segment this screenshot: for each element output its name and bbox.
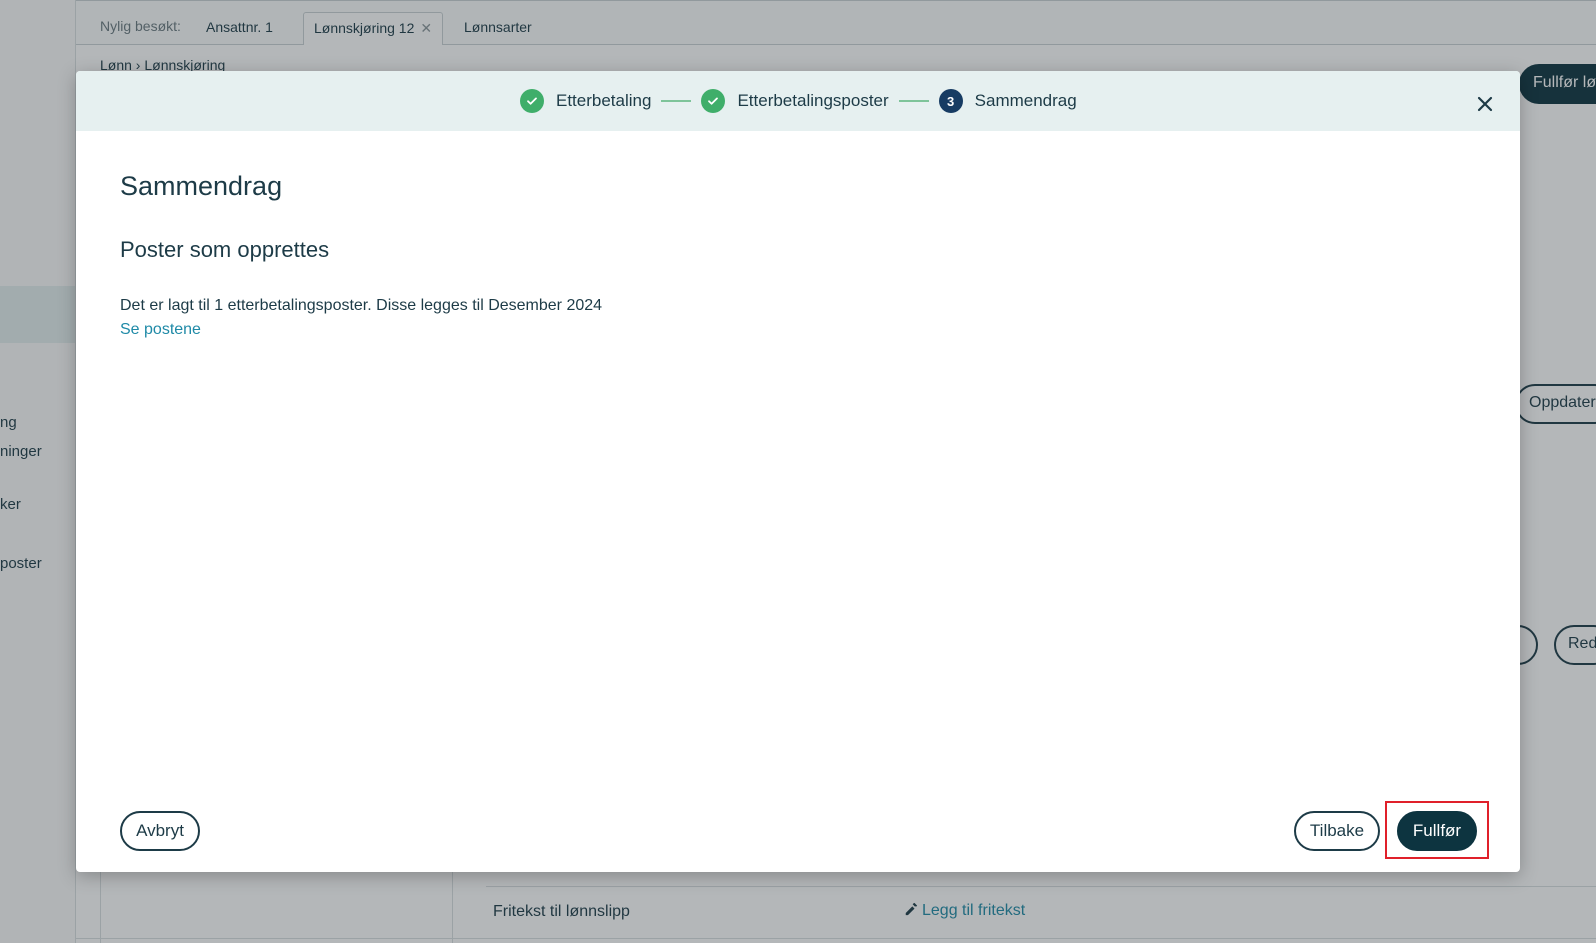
summary-modal: Etterbetaling Etterbetalingsposter 3 Sam… — [76, 71, 1520, 872]
step-number: 3 — [938, 89, 963, 113]
step-label: Etterbetalingsposter — [737, 91, 889, 110]
step-label: Etterbetaling — [556, 91, 652, 110]
modal-title: Sammendrag — [120, 171, 283, 201]
step-connector — [661, 100, 692, 102]
finish-button[interactable]: Fullfør — [1397, 811, 1477, 851]
see-entries-link[interactable]: Se postene — [120, 321, 201, 339]
step-sammendrag: 3 Sammendrag — [938, 89, 1077, 113]
wizard-stepper: Etterbetaling Etterbetalingsposter 3 Sam… — [520, 89, 1077, 113]
close-icon[interactable] — [1476, 95, 1494, 113]
step-connector — [898, 100, 929, 102]
step-label: Sammendrag — [974, 91, 1077, 110]
check-icon — [520, 89, 544, 113]
summary-text: Det er lagt til 1 etterbetalingsposter. … — [120, 297, 603, 314]
section-title: Poster som opprettes — [120, 237, 330, 262]
stepper-bar: Etterbetaling Etterbetalingsposter 3 Sam… — [76, 71, 1520, 131]
step-etterbetalingsposter: Etterbetalingsposter — [701, 89, 889, 113]
check-icon — [701, 89, 726, 113]
cancel-button[interactable]: Avbryt — [120, 811, 200, 851]
step-etterbetaling: Etterbetaling — [520, 89, 651, 113]
back-button[interactable]: Tilbake — [1294, 811, 1380, 851]
